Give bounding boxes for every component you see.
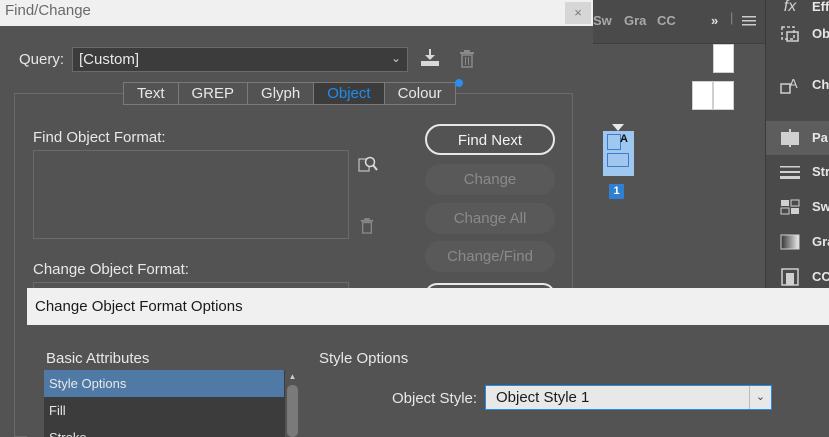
dock-label: Ch xyxy=(812,77,829,92)
object-style-label: Object Style: xyxy=(392,390,478,407)
specify-attributes-icon[interactable] xyxy=(358,155,378,173)
tab-swatches[interactable]: Sw xyxy=(593,13,612,28)
indesign-workspace: Sw Gra CC » | A 1 fx Eff Ob A Ch Pa Str … xyxy=(0,0,829,437)
change-find-button[interactable]: Change/Find xyxy=(425,241,555,272)
list-item-stroke[interactable]: Stroke xyxy=(44,424,284,437)
scrollbar[interactable]: ▲ xyxy=(285,370,300,437)
dock-label: Pa xyxy=(812,130,828,145)
change-all-button[interactable]: Change All xyxy=(425,203,555,234)
dock-label: CC xyxy=(812,269,829,284)
find-next-button[interactable]: Find Next xyxy=(425,124,555,155)
trash-icon[interactable] xyxy=(360,218,374,234)
master-prefix: A xyxy=(620,133,628,145)
change-object-format-label: Change Object Format: xyxy=(33,261,189,278)
dialog-title: Change Object Format Options xyxy=(35,298,243,315)
panel-menu-icon[interactable] xyxy=(742,15,756,27)
chevron-down-icon: ⌄ xyxy=(390,51,401,65)
dock-label: Sw xyxy=(812,199,829,214)
tab-gradient[interactable]: Gra xyxy=(624,13,646,28)
page-number-badge: 1 xyxy=(609,184,624,199)
page-thumbnail[interactable] xyxy=(603,131,634,176)
panel-separator: | xyxy=(730,10,734,25)
scrollbar-thumb[interactable] xyxy=(287,385,298,437)
effects-icon: fx xyxy=(783,0,797,15)
tab-glyph[interactable]: Glyph xyxy=(248,83,315,104)
swatches-icon xyxy=(780,199,800,215)
dock-item-gradient[interactable]: Gra xyxy=(766,225,829,259)
tab-grep[interactable]: GREP xyxy=(179,83,249,104)
query-value: [Custom] xyxy=(79,51,140,68)
dock-label: Eff xyxy=(812,0,829,14)
dock-item-swatches[interactable]: Sw xyxy=(766,190,829,224)
new-feature-dot xyxy=(455,79,463,87)
frame-outline xyxy=(607,134,621,150)
find-object-format-label: Find Object Format: xyxy=(33,129,166,146)
dock-label: Str xyxy=(812,164,829,179)
master-spread-right[interactable] xyxy=(713,81,734,110)
chevron-down-icon: ⌄ xyxy=(749,386,771,409)
change-object-format-options-dialog: Change Object Format Options Basic Attri… xyxy=(27,288,829,437)
dock-label: Gra xyxy=(812,234,829,249)
change-button[interactable]: Change xyxy=(425,164,555,195)
character-styles-icon: A xyxy=(780,76,798,94)
tab-colour[interactable]: Colour xyxy=(385,83,455,104)
section-title: Style Options xyxy=(319,350,409,367)
current-page-marker-icon xyxy=(612,124,624,131)
dialog-titlebar[interactable]: Change Object Format Options xyxy=(27,288,829,325)
find-object-format-box[interactable] xyxy=(33,150,349,239)
dock-item-pages[interactable]: Pa xyxy=(766,121,829,155)
object-styles-icon xyxy=(781,26,799,42)
list-item-fill[interactable]: Fill xyxy=(44,397,284,424)
save-query-icon[interactable] xyxy=(420,48,440,68)
cc-libraries-icon xyxy=(781,268,799,286)
panel-tab-bar: Sw Gra CC » | xyxy=(593,0,765,44)
dialog-titlebar[interactable]: Find/Change × xyxy=(0,0,593,26)
dock-label: Ob xyxy=(812,26,829,41)
basic-attributes-label: Basic Attributes xyxy=(46,350,150,367)
master-spread-left[interactable] xyxy=(692,81,713,110)
list-item-style-options[interactable]: Style Options xyxy=(44,370,284,397)
close-button[interactable]: × xyxy=(565,2,591,24)
stroke-icon xyxy=(780,166,800,179)
gradient-icon xyxy=(780,234,800,250)
dock-item-character-styles[interactable]: A Ch xyxy=(766,68,829,102)
master-page-thumb[interactable] xyxy=(713,44,734,73)
tab-object[interactable]: Object xyxy=(314,83,385,104)
scroll-up-icon[interactable]: ▲ xyxy=(285,370,300,384)
query-label: Query: xyxy=(19,51,65,68)
pages-icon xyxy=(781,129,799,147)
frame-outline xyxy=(607,153,629,167)
attributes-list: Style Options Fill Stroke ▲ xyxy=(44,370,300,437)
tab-cc-libraries[interactable]: CC xyxy=(657,13,676,28)
dock-item-object-styles[interactable]: Ob xyxy=(766,17,829,51)
object-style-value: Object Style 1 xyxy=(496,389,590,406)
svg-text:A: A xyxy=(789,76,798,91)
tab-text[interactable]: Text xyxy=(124,83,179,104)
panel-overflow-icon[interactable]: » xyxy=(711,13,718,28)
query-dropdown[interactable]: [Custom] ⌄ xyxy=(72,47,408,72)
search-type-tabs: Text GREP Glyph Object Colour xyxy=(123,82,456,105)
dialog-title: Find/Change xyxy=(5,2,91,19)
dock-item-stroke[interactable]: Str xyxy=(766,155,829,189)
object-style-dropdown[interactable]: Object Style 1 ⌄ xyxy=(485,385,772,410)
trash-icon[interactable] xyxy=(459,50,475,68)
